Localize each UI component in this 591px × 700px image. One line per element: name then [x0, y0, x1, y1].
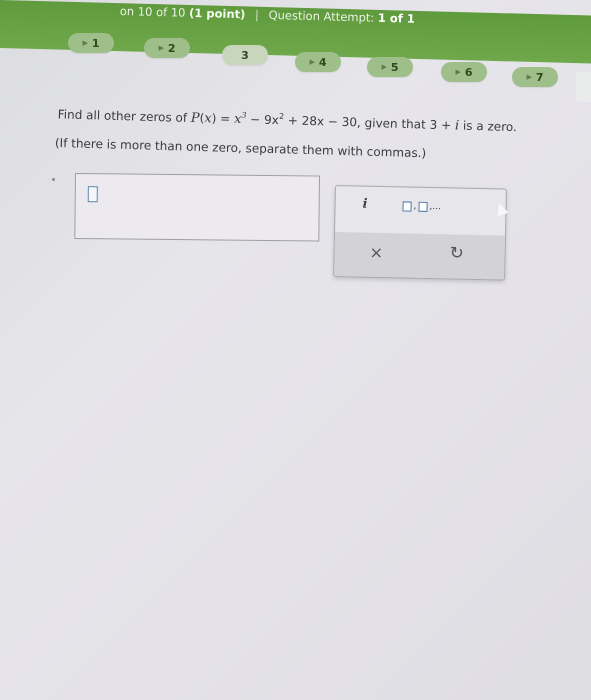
- flag-icon: ▶: [381, 63, 387, 71]
- given-prefix: , given that: [356, 115, 430, 132]
- question-nav-button-3[interactable]: 3: [222, 45, 268, 65]
- list-box-icon: [402, 201, 412, 212]
- bullet-dot: [52, 178, 55, 181]
- question-prompt: Find all other zeros of P(x) = x3 − 9x2 …: [54, 106, 588, 165]
- question-nav-button-4[interactable]: ▶ 4: [295, 52, 341, 72]
- question-nav-label: 2: [167, 41, 176, 55]
- operator-2: +: [283, 113, 302, 129]
- question-nav-label: 5: [390, 60, 399, 74]
- list-comma: ,: [413, 201, 417, 212]
- question-nav-button-6[interactable]: ▶ 6: [441, 62, 487, 82]
- given-suffix: is a zero.: [458, 118, 517, 135]
- undo-button[interactable]: ↻: [449, 243, 464, 263]
- flag-icon: ▶: [309, 58, 315, 66]
- flag-icon: ▶: [455, 68, 461, 76]
- term-2-base: 9x: [263, 113, 280, 128]
- nav-edge-panel: [576, 72, 591, 102]
- keypad-top-row: i , ,...: [335, 186, 506, 234]
- term-3: 28x: [301, 114, 325, 129]
- given-operator: +: [437, 117, 456, 133]
- question-nav-label: 3: [241, 48, 249, 62]
- question-nav-label: 6: [464, 65, 473, 79]
- question-nav-button-2[interactable]: ▶ 2: [144, 38, 190, 58]
- list-box-icon: [418, 201, 428, 212]
- question-navigation: ▶ 1 ▶ 2 3 ▶ 4 ▶ 5 ▶ 6 ▶ 7: [0, 0, 591, 102]
- imaginary-unit-button[interactable]: i: [362, 197, 367, 212]
- question-nav-button-7[interactable]: ▶ 7: [512, 67, 558, 87]
- flag-icon: ▶: [526, 73, 532, 81]
- keypad-bottom-row: × ↻: [334, 232, 505, 280]
- flag-icon: ▶: [82, 39, 88, 47]
- question-nav-label: 4: [318, 55, 327, 69]
- question-nav-button-1[interactable]: ▶ 1: [68, 33, 114, 53]
- question-instruction: (If there is more than one zero, separat…: [54, 136, 427, 161]
- question-text: Find all other zeros of P(x) = x3 − 9x2 …: [58, 106, 588, 137]
- term-4: 30: [341, 115, 358, 130]
- question-nav-label: 7: [535, 70, 544, 84]
- list-template-button[interactable]: , ,...: [402, 201, 441, 212]
- operator-1: −: [246, 112, 265, 128]
- flag-icon: ▶: [158, 44, 164, 52]
- question-nav-button-5[interactable]: ▶ 5: [367, 57, 413, 77]
- operator-3: −: [323, 114, 342, 130]
- question-nav-label: 1: [91, 36, 100, 50]
- input-cursor-placeholder[interactable]: [87, 186, 98, 203]
- equals-sign: =: [216, 111, 235, 127]
- math-keypad: i , ,... × ↻: [333, 185, 507, 281]
- list-ellipsis: ,...: [429, 201, 441, 213]
- answer-input[interactable]: [74, 173, 320, 242]
- clear-button[interactable]: ×: [369, 243, 383, 262]
- polynomial-expression: P(x) = x3 − 9x2 + 28x − 30: [190, 111, 358, 130]
- question-prefix: Find all other zeros of: [57, 107, 188, 125]
